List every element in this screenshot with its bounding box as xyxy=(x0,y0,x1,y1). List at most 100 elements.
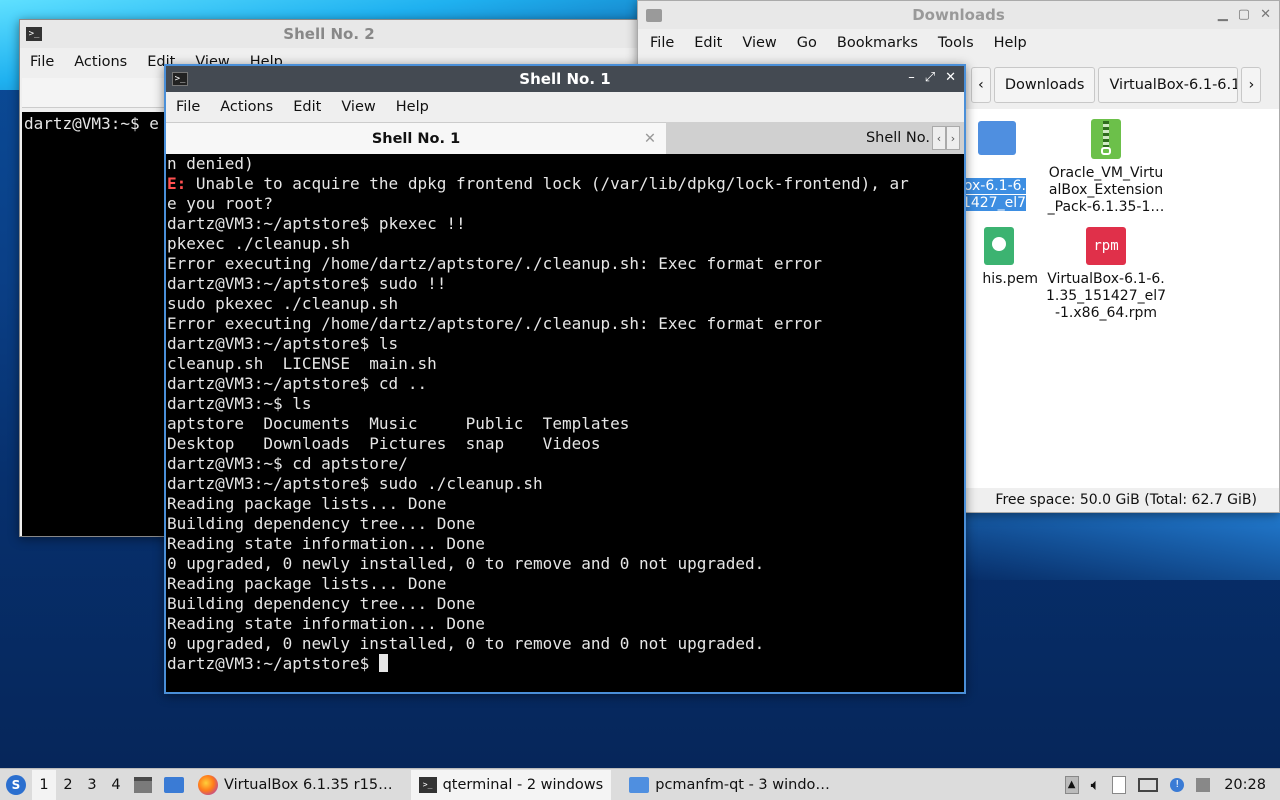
info-icon: ! xyxy=(1170,777,1185,792)
shell1-title: Shell No. 1 xyxy=(519,70,611,88)
terminal-line: Reading state information... Done xyxy=(167,614,964,634)
terminal-line: Building dependency tree... Done xyxy=(167,514,964,534)
terminal-line: Error executing /home/dartz/aptstore/./c… xyxy=(167,314,964,334)
maximize-icon[interactable]: ▢ xyxy=(1238,7,1250,22)
desktop-switch-1[interactable]: 1 xyxy=(32,769,56,800)
archive-icon xyxy=(1091,119,1121,159)
menu-edit[interactable]: Edit xyxy=(684,35,732,51)
desktop-switch-3[interactable]: 3 xyxy=(80,770,104,800)
terminal-icon: >_ xyxy=(418,776,437,793)
terminal-text: 0 upgraded, 0 newly installed, 0 to remo… xyxy=(167,634,765,653)
terminal-line: Reading package lists... Done xyxy=(167,574,964,594)
chevron-left-icon: ‹ xyxy=(978,77,984,93)
clock[interactable]: 20:28 xyxy=(1216,770,1280,800)
terminal-line: dartz@VM3:~$ cd aptstore/ xyxy=(167,454,964,474)
shell2-titlebar[interactable]: >_ Shell No. 2 xyxy=(20,20,638,48)
terminal-line: E: Unable to acquire the dpkg frontend l… xyxy=(167,174,964,194)
start-menu-button[interactable]: S xyxy=(0,770,32,800)
file-label: Oracle_VM_Virtu alBox_Extension _Pack-6.… xyxy=(1047,165,1165,215)
show-desktop-button[interactable] xyxy=(128,770,158,800)
tray-monitor[interactable] xyxy=(1190,770,1216,800)
folder-icon xyxy=(978,121,1016,155)
task-pcmanfm[interactable]: pcmanfm-qt - 3 windo… xyxy=(621,770,838,800)
tray-volume[interactable]: 🔈︎ xyxy=(1085,770,1107,800)
terminal-line: Reading package lists... Done xyxy=(167,494,964,514)
shell2-terminal-line: dartz@VM3:~$ e xyxy=(24,114,159,133)
menu-help[interactable]: Help xyxy=(386,99,439,115)
menu-help[interactable]: Help xyxy=(984,35,1037,51)
network-icon xyxy=(1138,777,1159,792)
close-icon[interactable]: ✕ xyxy=(945,70,956,85)
terminal-text: dartz@VM3:~$ cd aptstore/ xyxy=(167,454,408,473)
downloads-titlebar[interactable]: Downloads ▁ ▢ ✕ xyxy=(638,1,1279,29)
file-item-extension-pack[interactable]: Oracle_VM_Virtu alBox_Extension _Pack-6.… xyxy=(1041,119,1171,216)
desktop-switch-4[interactable]: 4 xyxy=(104,770,128,800)
terminal-text: dartz@VM3:~/aptstore$ pkexec !! xyxy=(167,214,466,233)
tab-scroll-left-icon[interactable]: ‹ xyxy=(932,126,946,150)
menu-view[interactable]: View xyxy=(732,35,786,51)
tray-network[interactable] xyxy=(1132,770,1164,800)
terminal-text: Unable to acquire the dpkg frontend lock… xyxy=(186,174,909,193)
terminal-line: dartz@VM3:~/aptstore$ pkexec !! xyxy=(167,214,964,234)
terminal-text: dartz@VM3:~$ ls xyxy=(167,394,312,413)
tab-close-icon[interactable]: ✕ xyxy=(644,131,656,147)
menu-actions[interactable]: Actions xyxy=(210,99,283,115)
menu-tools[interactable]: Tools xyxy=(928,35,984,51)
path-back-button[interactable]: ‹ xyxy=(971,67,991,103)
terminal-line: dartz@VM3:~/aptstore$ xyxy=(167,654,964,674)
terminal-text: e you root? xyxy=(167,194,273,213)
menu-go[interactable]: Go xyxy=(787,35,827,51)
tab-shell2[interactable]: Shell No. ‹ › xyxy=(666,122,964,154)
desktop-switch-2[interactable]: 2 xyxy=(56,770,80,800)
minimize-icon[interactable]: – xyxy=(908,70,915,85)
terminal-line: aptstore Documents Music Public Template… xyxy=(167,414,964,434)
terminal-text: Reading state information... Done xyxy=(167,614,485,633)
menu-edit[interactable]: Edit xyxy=(283,99,331,115)
terminal-line: dartz@VM3:~/aptstore$ sudo ./cleanup.sh xyxy=(167,474,964,494)
task-qterminal[interactable]: >_ qterminal - 2 windows xyxy=(410,769,612,800)
shell1-window[interactable]: >_ Shell No. 1 – ⤢ ✕ File Actions Edit V… xyxy=(164,64,966,694)
menu-file[interactable]: File xyxy=(166,99,210,115)
taskbar: S 1 2 3 4 VirtualBox 6.1.35 r15… >_ qter… xyxy=(0,768,1280,800)
file-manager-launcher[interactable] xyxy=(158,770,190,800)
chevron-right-icon: › xyxy=(1248,77,1255,93)
shell1-titlebar[interactable]: >_ Shell No. 1 – ⤢ ✕ xyxy=(166,66,964,92)
tab-shell1[interactable]: Shell No. 1 ✕ xyxy=(166,122,666,154)
tab-scroll-right-icon[interactable]: › xyxy=(946,126,960,150)
terminal-line: 0 upgraded, 0 newly installed, 0 to remo… xyxy=(167,554,964,574)
menu-actions[interactable]: Actions xyxy=(64,54,137,70)
path-segment-virtualbox[interactable]: VirtualBox-6.1-6.1.3 xyxy=(1098,67,1239,103)
menu-file[interactable]: File xyxy=(20,54,64,70)
terminal-text: dartz@VM3:~/aptstore$ ls xyxy=(167,334,399,353)
menu-view[interactable]: View xyxy=(331,99,385,115)
terminal-text: Error executing /home/dartz/aptstore/./c… xyxy=(167,254,823,273)
terminal-text: sudo pkexec ./cleanup.sh xyxy=(167,294,399,313)
close-icon[interactable]: ✕ xyxy=(1260,7,1271,22)
file-label: VirtualBox-6.1-6. 1.35_151427_el7 -1.x86… xyxy=(1045,271,1167,321)
terminal-line: e you root? xyxy=(167,194,964,214)
minimize-icon[interactable]: ▁ xyxy=(1218,7,1228,22)
terminal-text: dartz@VM3:~/aptstore$ xyxy=(167,654,379,673)
tray-show-hidden[interactable]: ▲ xyxy=(1059,770,1085,800)
terminal-text: aptstore Documents Music Public Template… xyxy=(167,414,630,433)
file-view[interactable]: .Box-6.1-6. 151427_el7 Oracle_VM_Virtu a… xyxy=(944,109,1279,489)
tray-updates[interactable]: ! xyxy=(1164,770,1190,800)
maximize-icon[interactable]: ⤢ xyxy=(925,70,935,85)
terminal-text: Building dependency tree... Done xyxy=(167,594,476,613)
terminal-line: dartz@VM3:~/aptstore$ cd .. xyxy=(167,374,964,394)
shell1-terminal[interactable]: n denied) E: Unable to acquire the dpkg f… xyxy=(166,154,964,692)
shell1-menubar: File Actions Edit View Help xyxy=(166,92,964,122)
folder-icon xyxy=(164,776,184,793)
task-virtualbox[interactable]: VirtualBox 6.1.35 r15… xyxy=(190,770,401,800)
path-segment-downloads[interactable]: Downloads xyxy=(993,67,1096,103)
terminal-text: Reading package lists... Done xyxy=(167,494,447,513)
menu-file[interactable]: File xyxy=(640,35,684,51)
tray-clipboard[interactable] xyxy=(1106,770,1132,800)
path-forward-button[interactable]: › xyxy=(1241,67,1262,103)
terminal-text: n denied) xyxy=(167,154,254,173)
rpm-icon: rpm xyxy=(1086,227,1126,265)
clipboard-icon xyxy=(1112,775,1127,794)
menu-bookmarks[interactable]: Bookmarks xyxy=(827,35,928,51)
file-item-rpm[interactable]: rpm VirtualBox-6.1-6. 1.35_151427_el7 -1… xyxy=(1041,227,1171,322)
task-label: VirtualBox 6.1.35 r15… xyxy=(224,776,393,793)
